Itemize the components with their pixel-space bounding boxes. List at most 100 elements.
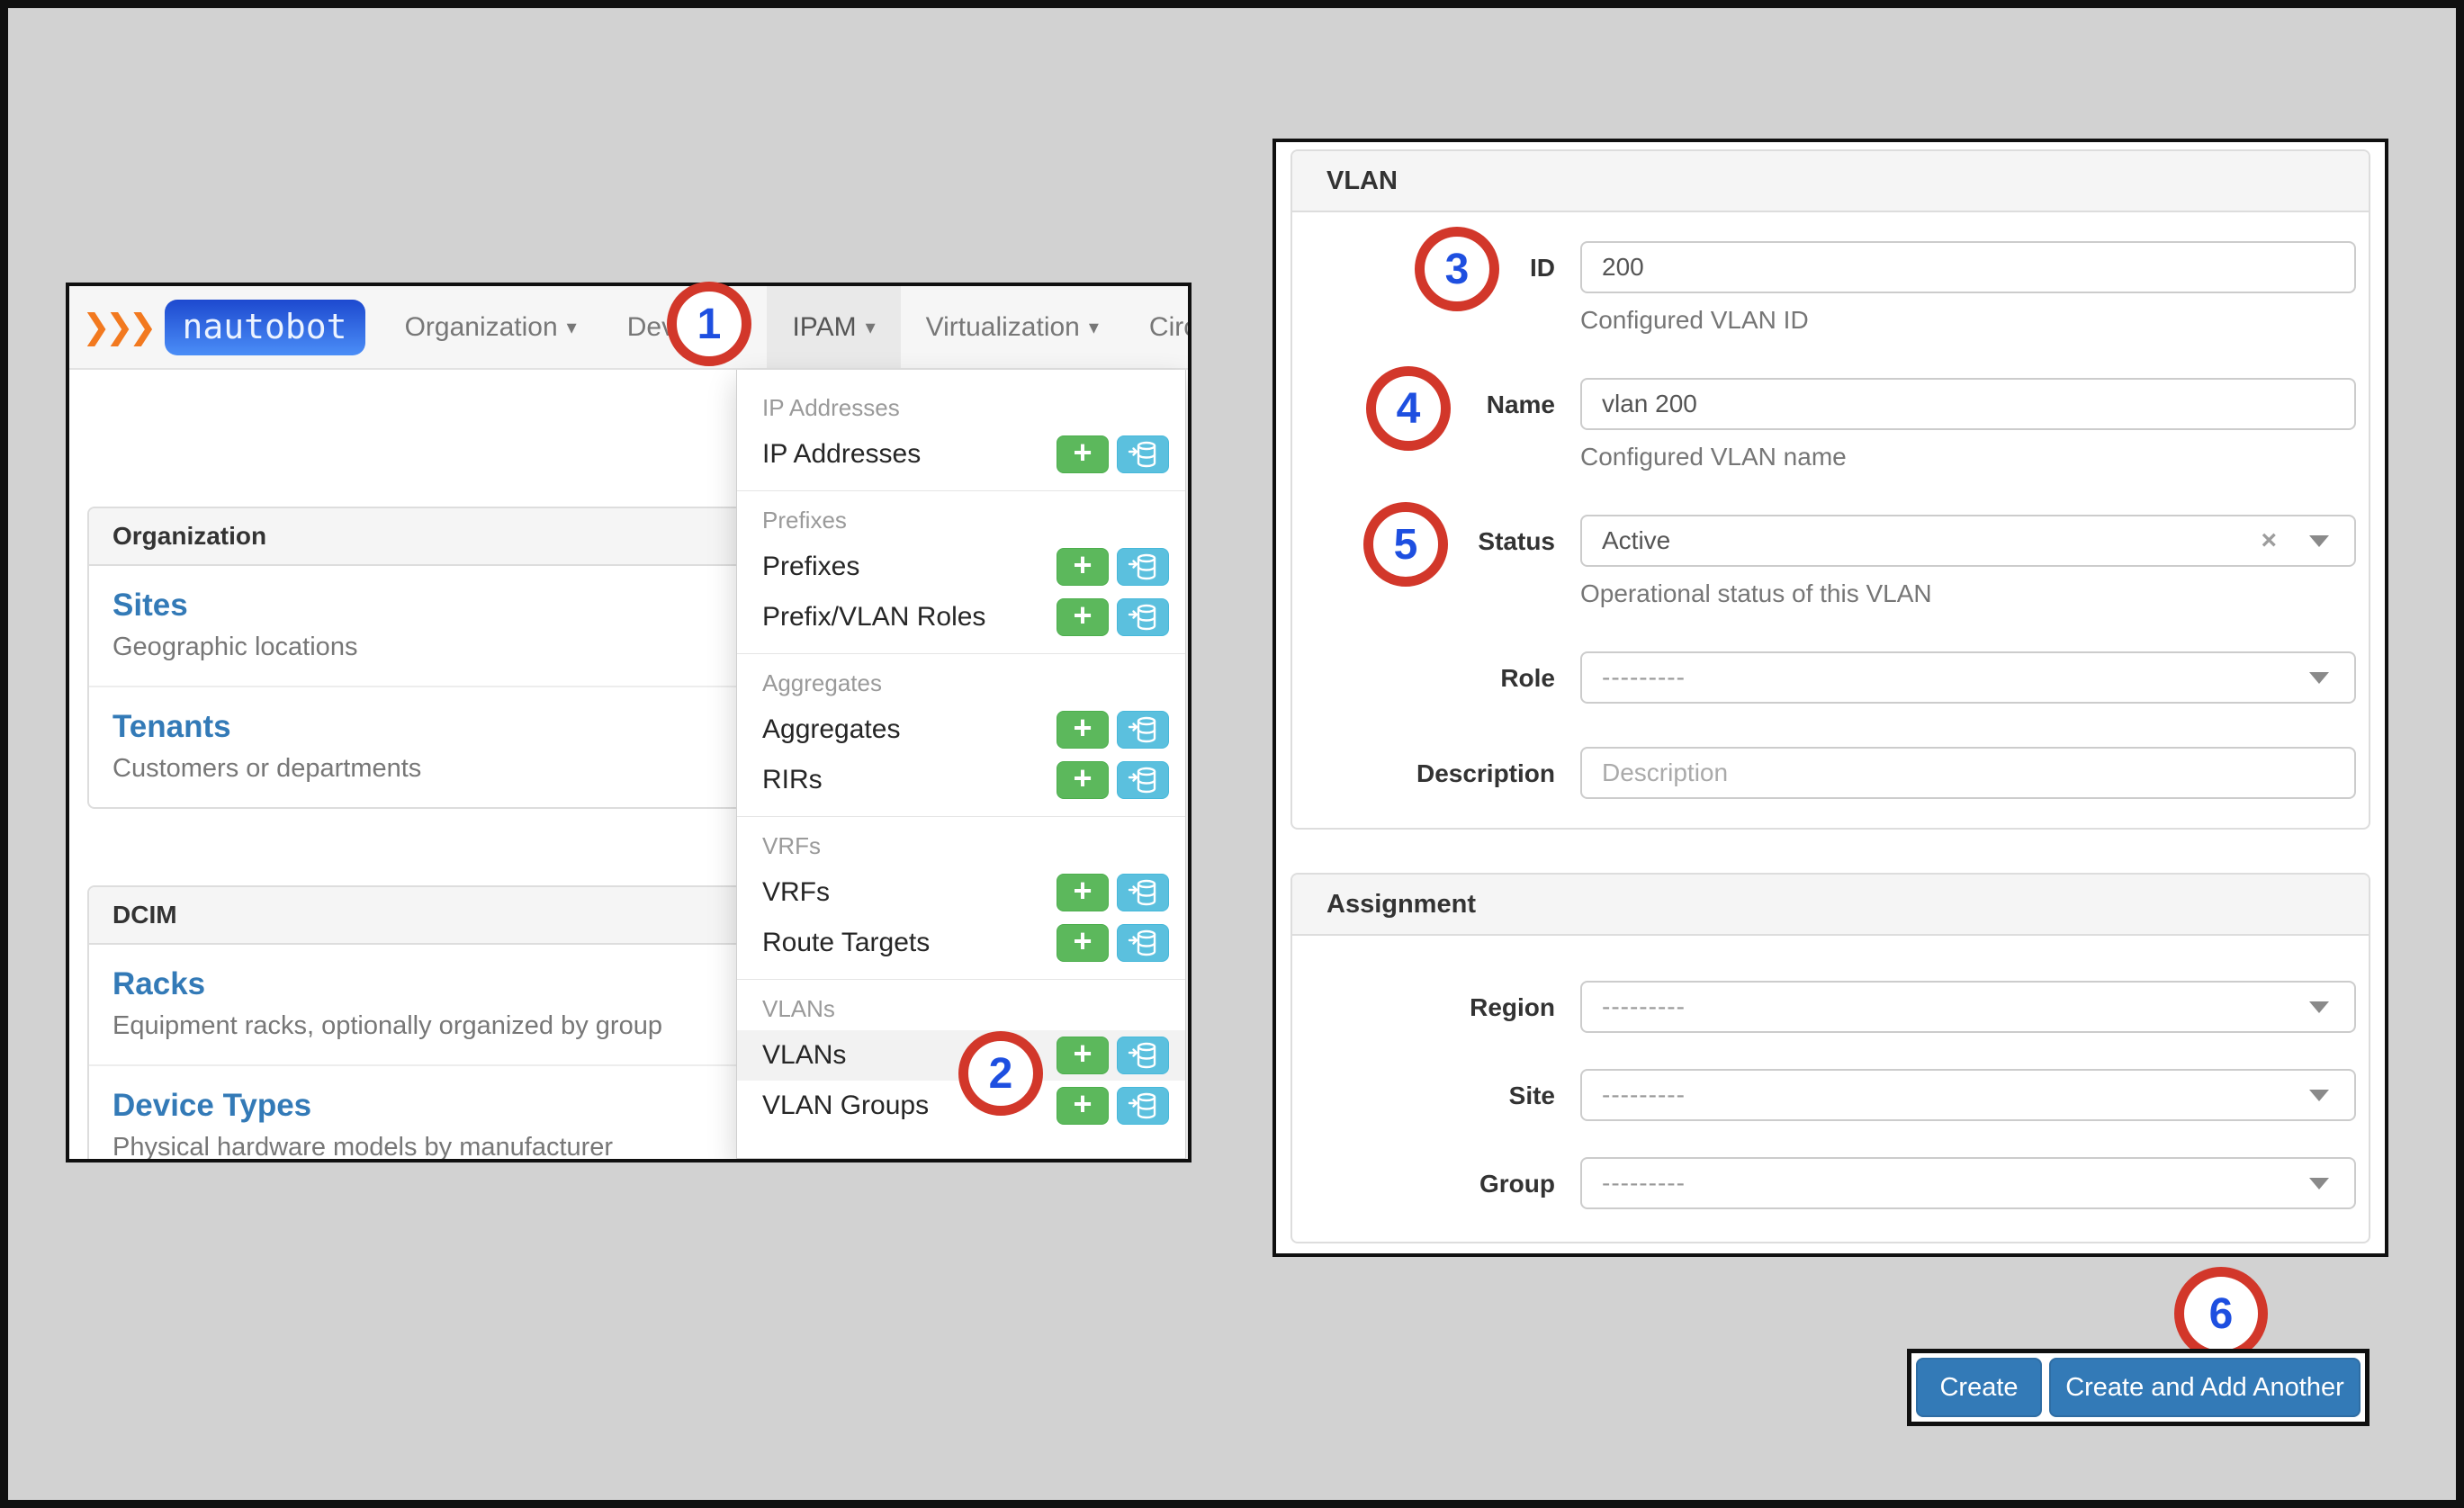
group-selected-value: --------- bbox=[1602, 1169, 2309, 1198]
annotation-circle-4: 4 bbox=[1366, 366, 1451, 451]
vlan-card-title: VLAN bbox=[1292, 151, 2369, 212]
import-button[interactable] bbox=[1117, 874, 1169, 911]
import-database-icon bbox=[1128, 1092, 1158, 1119]
menu-section-header: Prefixes bbox=[737, 491, 1185, 542]
name-row: Name Configured VLAN name bbox=[1292, 378, 2356, 471]
menu-item-prefixes[interactable]: Prefixes + bbox=[737, 542, 1185, 592]
role-select[interactable]: --------- bbox=[1580, 651, 2356, 704]
logo-chevrons-icon: ❯❯❯ bbox=[82, 307, 152, 347]
menu-section-header: VRFs bbox=[737, 817, 1185, 867]
nav-label: Virtualization bbox=[926, 312, 1080, 343]
site-select[interactable]: --------- bbox=[1580, 1069, 2356, 1121]
add-button[interactable]: + bbox=[1057, 1087, 1109, 1125]
annotation-circle-5: 5 bbox=[1363, 502, 1448, 587]
annotation-circle-3: 3 bbox=[1415, 227, 1499, 311]
clear-selection-icon[interactable]: × bbox=[2261, 525, 2277, 556]
logo-text: nautobot bbox=[165, 300, 365, 355]
add-button[interactable]: + bbox=[1057, 711, 1109, 749]
status-select[interactable]: Active × bbox=[1580, 515, 2356, 567]
role-selected-value: --------- bbox=[1602, 663, 2309, 692]
add-button[interactable]: + bbox=[1057, 548, 1109, 586]
add-button[interactable]: + bbox=[1057, 435, 1109, 473]
select-caret-icon bbox=[2309, 1001, 2329, 1013]
region-selected-value: --------- bbox=[1602, 992, 2309, 1021]
import-button[interactable] bbox=[1117, 435, 1169, 473]
import-database-icon bbox=[1128, 1042, 1158, 1069]
nav-label: Circuits bbox=[1149, 312, 1192, 343]
nav-item-virtualization[interactable]: Virtualization ▾ bbox=[901, 286, 1124, 368]
group-select[interactable]: --------- bbox=[1580, 1157, 2356, 1209]
menu-item-prefix-vlan-roles[interactable]: Prefix/VLAN Roles + bbox=[737, 592, 1185, 642]
region-label: Region bbox=[1292, 981, 1580, 1033]
nav-item-ipam[interactable]: IPAM ▾ bbox=[767, 286, 900, 368]
import-database-icon bbox=[1128, 929, 1158, 956]
site-label: Site bbox=[1292, 1069, 1580, 1121]
import-database-icon bbox=[1128, 716, 1158, 743]
menu-section-vrfs: VRFs VRFs + Route Targets + bbox=[737, 817, 1185, 980]
status-row: Status Active × Operational status of th… bbox=[1292, 515, 2356, 608]
region-row: Region --------- bbox=[1292, 981, 2356, 1033]
select-caret-icon bbox=[2309, 1090, 2329, 1101]
vlan-id-input[interactable] bbox=[1580, 241, 2356, 293]
description-input[interactable] bbox=[1580, 747, 2356, 799]
form-action-buttons: Create Create and Add Another bbox=[1907, 1349, 2370, 1426]
nav-label: Organization bbox=[405, 312, 558, 343]
logo[interactable]: ❯❯❯ nautobot bbox=[69, 286, 365, 368]
add-button[interactable]: + bbox=[1057, 924, 1109, 962]
add-button[interactable]: + bbox=[1057, 874, 1109, 911]
nav-items: Organization ▾ Devices ▾ IPAM ▾ Virtuali… bbox=[380, 286, 1192, 368]
chevron-down-icon: ▾ bbox=[1089, 316, 1099, 339]
group-row: Group --------- bbox=[1292, 1157, 2356, 1209]
plus-icon: + bbox=[1073, 1088, 1092, 1120]
nav-item-organization[interactable]: Organization ▾ bbox=[380, 286, 602, 368]
plus-icon: + bbox=[1073, 762, 1092, 794]
create-and-add-another-button[interactable]: Create and Add Another bbox=[2049, 1358, 2361, 1417]
annotation-circle-2: 2 bbox=[958, 1031, 1043, 1116]
menu-section-header: VLANs bbox=[737, 980, 1185, 1030]
import-button[interactable] bbox=[1117, 598, 1169, 636]
plus-icon: + bbox=[1073, 599, 1092, 632]
assignment-card: Assignment Region --------- Site bbox=[1290, 873, 2370, 1243]
menu-item-label: Aggregates bbox=[762, 714, 900, 745]
navbar: ❯❯❯ nautobot Organization ▾ Devices ▾ IP… bbox=[69, 286, 1188, 370]
region-select[interactable]: --------- bbox=[1580, 981, 2356, 1033]
status-selected-value: Active bbox=[1602, 526, 2261, 555]
import-button[interactable] bbox=[1117, 711, 1169, 749]
import-button[interactable] bbox=[1117, 1087, 1169, 1125]
menu-section-aggregates: Aggregates Aggregates + RIRs + bbox=[737, 654, 1185, 817]
menu-item-aggregates[interactable]: Aggregates + bbox=[737, 705, 1185, 755]
plus-icon: + bbox=[1073, 875, 1092, 907]
menu-item-label: VLANs bbox=[762, 1040, 846, 1071]
tutorial-composite-image: ❯❯❯ nautobot Organization ▾ Devices ▾ IP… bbox=[0, 0, 2464, 1508]
menu-item-ip-addresses[interactable]: IP Addresses + bbox=[737, 429, 1185, 480]
select-caret-icon bbox=[2309, 1178, 2329, 1189]
menu-section-header: Aggregates bbox=[737, 654, 1185, 705]
description-label: Description bbox=[1292, 747, 1580, 799]
import-button[interactable] bbox=[1117, 761, 1169, 799]
import-database-icon bbox=[1128, 879, 1158, 906]
nav-item-circuits[interactable]: Circuits bbox=[1124, 286, 1192, 368]
import-button[interactable] bbox=[1117, 924, 1169, 962]
menu-section-prefixes: Prefixes Prefixes + Prefix/VLAN Roles + bbox=[737, 491, 1185, 654]
menu-item-route-targets[interactable]: Route Targets + bbox=[737, 918, 1185, 968]
ipam-dropdown-menu: IP Addresses IP Addresses + Prefixes Pre… bbox=[736, 370, 1186, 1159]
menu-item-label: VRFs bbox=[762, 877, 830, 908]
select-caret-icon bbox=[2309, 672, 2329, 684]
vlan-name-input[interactable] bbox=[1580, 378, 2356, 430]
import-vlans-button[interactable] bbox=[1117, 1037, 1169, 1074]
menu-section-header: IP Addresses bbox=[737, 379, 1185, 429]
role-row: Role --------- bbox=[1292, 651, 2356, 704]
menu-item-vrfs[interactable]: VRFs + bbox=[737, 867, 1185, 918]
add-button[interactable]: + bbox=[1057, 598, 1109, 636]
menu-item-label: Route Targets bbox=[762, 928, 930, 958]
import-button[interactable] bbox=[1117, 548, 1169, 586]
menu-item-rirs[interactable]: RIRs + bbox=[737, 755, 1185, 805]
add-vlan-button[interactable]: + bbox=[1057, 1037, 1109, 1074]
add-button[interactable]: + bbox=[1057, 761, 1109, 799]
description-row: Description bbox=[1292, 747, 2356, 799]
plus-icon: + bbox=[1073, 436, 1092, 469]
site-selected-value: --------- bbox=[1602, 1081, 2309, 1109]
name-help-text: Configured VLAN name bbox=[1580, 443, 2356, 471]
menu-section-ip-addresses: IP Addresses IP Addresses + bbox=[737, 379, 1185, 491]
create-button[interactable]: Create bbox=[1916, 1358, 2042, 1417]
